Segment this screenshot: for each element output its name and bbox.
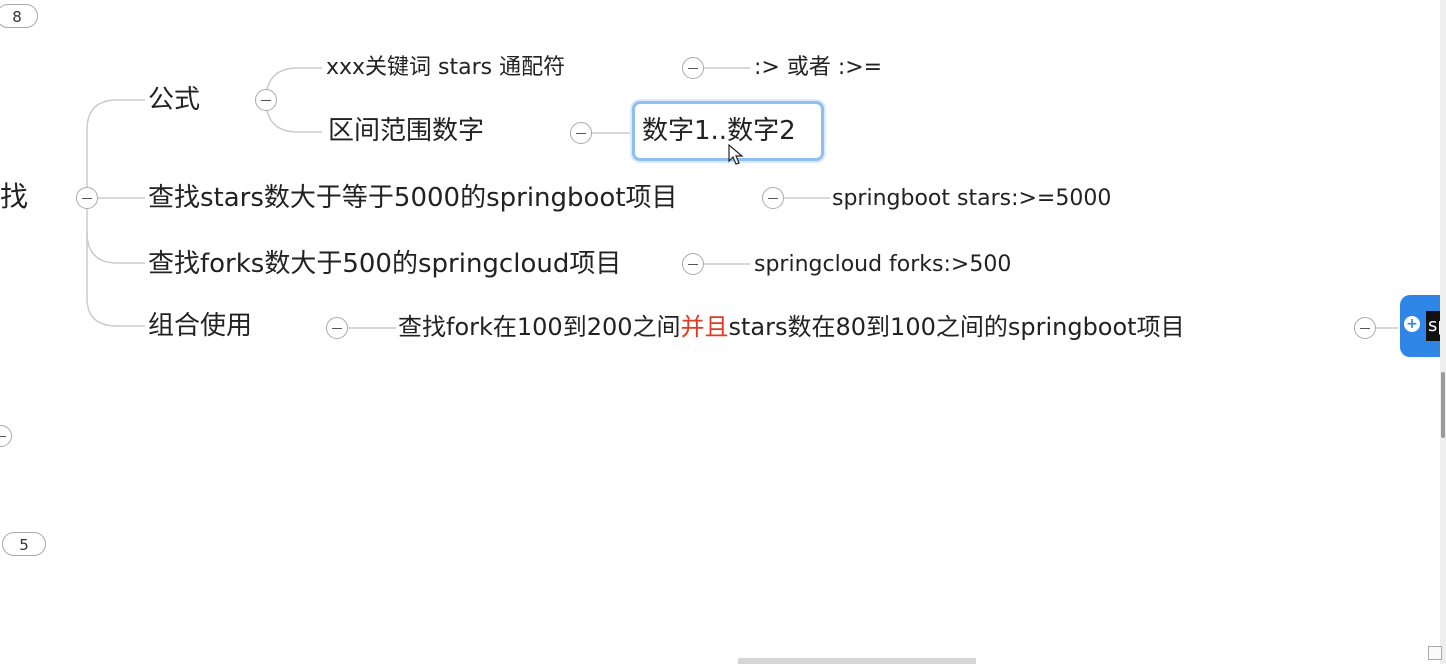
collapse-toggle-root[interactable]	[76, 187, 98, 209]
combined-desc-prefix: 查找fork在100到200之间	[398, 313, 681, 341]
collapse-toggle-range[interactable]	[570, 122, 592, 144]
horizontal-scroll-thumb[interactable]	[738, 658, 976, 664]
collapse-toggle-forks-search[interactable]	[682, 253, 704, 275]
root-node-label[interactable]: 找	[0, 180, 28, 214]
connector-combined	[86, 198, 145, 327]
mouse-pointer-icon	[728, 144, 744, 165]
combined-desc-suffix: stars数在80到100之间的springboot项目	[728, 313, 1185, 341]
connector-formula	[86, 99, 145, 198]
collapse-toggle-combined-description[interactable]	[1354, 317, 1376, 339]
node-forks-search[interactable]: 查找forks数大于500的springcloud项目	[148, 247, 621, 281]
node-formula[interactable]: 公式	[148, 83, 200, 117]
node-combined[interactable]: 组合使用	[148, 309, 252, 343]
collapse-toggle-stars-search[interactable]	[762, 187, 784, 209]
node-range-result[interactable]: 数字1..数字2	[642, 114, 796, 148]
collapsed-count-badge-bottom[interactable]: 5	[2, 532, 46, 556]
node-range[interactable]: 区间范围数字	[328, 114, 484, 148]
collapse-toggle-formula[interactable]	[255, 89, 277, 111]
node-syntax[interactable]: xxx关键词 stars 通配符	[326, 51, 565, 85]
vertical-scroll-thumb[interactable]	[1441, 372, 1445, 438]
collapse-toggle-syntax[interactable]	[682, 57, 704, 79]
collapsed-count-badge-top[interactable]: 8	[0, 4, 38, 28]
fit-view-icon[interactable]	[1428, 646, 1442, 660]
node-stars-search-result[interactable]: springboot stars:>=5000	[832, 182, 1111, 216]
connector-forks	[86, 231, 145, 264]
collapse-toggle-combined[interactable]	[326, 317, 348, 339]
expand-plus-icon[interactable]: +	[1404, 316, 1420, 332]
node-syntax-result[interactable]: :> 或者 :>=	[754, 51, 882, 85]
node-stars-search[interactable]: 查找stars数大于等于5000的springboot项目	[148, 181, 678, 215]
node-forks-search-result[interactable]: springcloud forks:>500	[754, 248, 1011, 282]
vertical-scrollbar[interactable]	[1440, 0, 1446, 664]
node-combined-description[interactable]: 查找fork在100到200之间并且stars数在80到100之间的spring…	[398, 310, 1185, 344]
combined-desc-highlight: 并且	[680, 313, 729, 341]
